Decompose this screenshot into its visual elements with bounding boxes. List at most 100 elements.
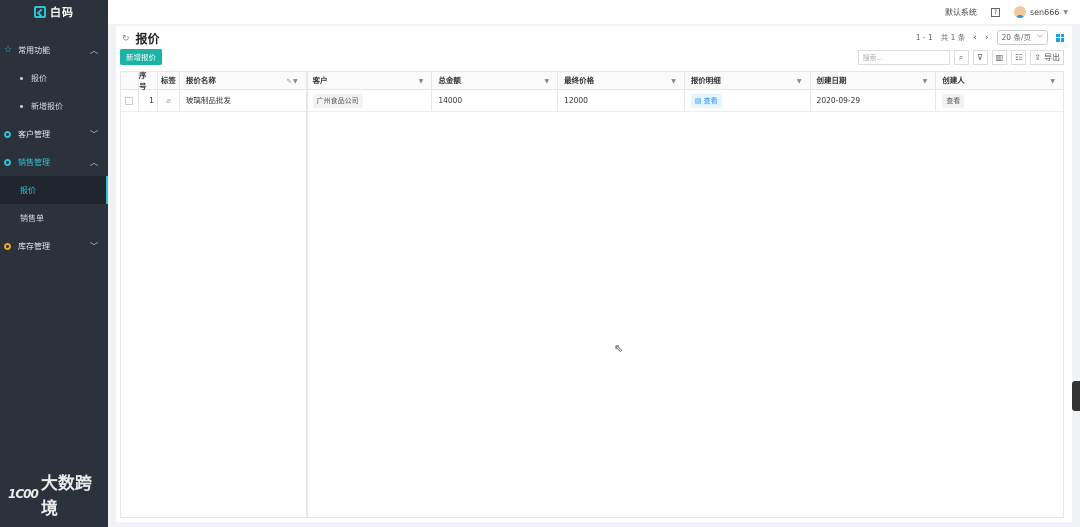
export-button[interactable]: ⇪ 导出 xyxy=(1030,50,1064,65)
header-tag: 标签 xyxy=(158,72,180,89)
filter-icon[interactable]: ⊽ xyxy=(972,50,988,65)
row-checkbox[interactable] xyxy=(125,96,134,105)
caret-down-icon[interactable]: ▼ xyxy=(293,78,298,85)
header-final-price[interactable]: 最终价格 ▼ xyxy=(558,72,685,89)
search-input[interactable]: 搜索... xyxy=(857,50,950,65)
next-page-icon[interactable]: › xyxy=(985,33,989,43)
menu-group-sales[interactable]: 销售管理 ︿ xyxy=(0,148,108,176)
chevron-down-icon: ﹀ xyxy=(90,130,98,139)
menu-item-label: 报价 xyxy=(20,185,36,195)
header-customer[interactable]: 客户 ▼ xyxy=(307,72,433,89)
header-date[interactable]: 创建日期 ▼ xyxy=(811,72,937,89)
watermark-text: 大数跨境 xyxy=(40,474,92,519)
row-select-cell xyxy=(121,90,139,111)
circle-icon xyxy=(4,242,11,250)
star-icon: ☆ xyxy=(4,45,13,55)
title-row: ↻ 报价 xyxy=(122,30,160,47)
page-size-select[interactable]: 20 条/页 ﹀ xyxy=(996,30,1048,45)
view-detail-link[interactable]: ▤ 查看 xyxy=(690,93,722,108)
menu-item-sales-order[interactable]: 销售单 xyxy=(0,204,108,232)
caret-down-icon[interactable]: ▼ xyxy=(419,78,424,85)
menu-group-common[interactable]: ☆ 常用功能 ︿ xyxy=(0,36,108,64)
logo-icon xyxy=(34,6,46,18)
document-icon: ▤ xyxy=(694,96,704,105)
customer-chip[interactable]: 广州食品公司 xyxy=(312,93,363,108)
menu-group-label: 库存管理 xyxy=(18,241,50,251)
pager-range: 1 - 1 xyxy=(915,33,933,42)
pin-icon[interactable]: ✎ xyxy=(287,78,292,85)
chart-icon[interactable]: ▥ xyxy=(991,50,1008,65)
menu-group-label: 客户管理 xyxy=(18,129,50,139)
caret-down-icon: ▼ xyxy=(1063,8,1068,16)
quote-table: 序号 标签 报价名称 ✎ ▼ 客户 ▼ 总金额 ▼ 最终价格 ▼ 报价明细 ▼ xyxy=(120,71,1064,518)
search-icon[interactable]: ⌕ xyxy=(953,50,969,65)
row-name[interactable]: 玻璃制品批发 xyxy=(180,90,307,111)
header-final-label: 最终价格 xyxy=(564,76,595,85)
help-icon[interactable]: ? xyxy=(990,7,1000,17)
menu-group-inventory[interactable]: 库存管理 ﹀ xyxy=(0,232,108,260)
sidebar: 白码 ☆ 常用功能 ︿ 报价 新增报价 客户管理 ﹀ 销售管理 ︿ 报价 销售单… xyxy=(0,0,108,527)
paperclip-icon[interactable]: ⌀ xyxy=(166,96,171,105)
chevron-up-icon: ︿ xyxy=(90,46,98,55)
circle-icon xyxy=(4,158,11,166)
bullet-icon xyxy=(20,76,23,80)
side-drawer-handle[interactable] xyxy=(1072,381,1080,411)
system-switcher[interactable]: 默认系统 xyxy=(945,7,977,18)
layout-grid-icon[interactable] xyxy=(1056,33,1064,42)
prev-page-icon[interactable]: ‹ xyxy=(973,33,977,43)
refresh-icon[interactable]: ↻ xyxy=(122,34,130,44)
pager-total: 共 1 条 xyxy=(940,33,966,42)
row-total: 14000 xyxy=(432,90,559,111)
watermark: 1C00 大数跨境 xyxy=(8,469,108,519)
add-quote-button[interactable]: 新增报价 xyxy=(120,49,162,65)
header-creator-label: 创建人 xyxy=(942,76,965,85)
username: sen666 xyxy=(1029,7,1060,17)
header-no: 序号 xyxy=(139,71,158,91)
settings-table-icon[interactable]: ☷ xyxy=(1011,50,1027,65)
menu-group-label: 常用功能 xyxy=(18,45,51,55)
menu-item-add-quote[interactable]: 新增报价 xyxy=(0,92,108,120)
table-row[interactable]: 1 ⌀ 玻璃制品批发 广州食品公司 14000 12000 ▤ 查看 2020-… xyxy=(121,90,1063,112)
upload-icon: ⇪ xyxy=(1034,53,1041,62)
menu-item-sales-quote[interactable]: 报价 xyxy=(0,176,108,204)
mouse-cursor-icon: ⇖ xyxy=(614,342,624,355)
app-logo[interactable]: 白码 xyxy=(0,0,108,24)
menu-group-label: 销售管理 xyxy=(18,157,50,167)
row-creator-cell: 查看 xyxy=(936,90,1063,111)
header-detail-label: 报价明细 xyxy=(690,76,721,85)
creator-chip[interactable]: 查看 xyxy=(942,93,965,108)
caret-down-icon[interactable]: ▼ xyxy=(671,78,676,85)
caret-down-icon[interactable]: ▼ xyxy=(797,78,802,85)
row-no: 1 xyxy=(139,90,158,111)
export-label: 导出 xyxy=(1044,53,1060,62)
logo-text: 白码 xyxy=(50,6,74,19)
avatar xyxy=(1013,6,1026,18)
row-final-price: 12000 xyxy=(558,90,685,111)
page-size-value: 20 条/页 xyxy=(1001,33,1031,42)
circle-icon xyxy=(4,130,11,138)
header-date-label: 创建日期 xyxy=(816,76,847,85)
page-title: 报价 xyxy=(135,32,160,46)
chevron-down-icon: ﹀ xyxy=(90,242,98,251)
row-date: 2020-09-29 xyxy=(811,90,937,111)
caret-down-icon[interactable]: ▼ xyxy=(923,78,928,85)
chevron-up-icon: ︿ xyxy=(90,158,98,167)
header-total[interactable]: 总金额 ▼ xyxy=(432,72,559,89)
header-detail[interactable]: 报价明细 ▼ xyxy=(685,72,811,89)
caret-down-icon[interactable]: ▼ xyxy=(544,78,549,85)
caret-down-icon[interactable]: ▼ xyxy=(1050,78,1055,85)
menu-item-quote[interactable]: 报价 xyxy=(0,64,108,92)
row-detail-cell: ▤ 查看 xyxy=(685,90,811,111)
content-panel: ↻ 报价 1 - 1 共 1 条 ‹ › 20 条/页 ﹀ 新增报价 搜索...… xyxy=(116,26,1072,522)
menu-group-customer[interactable]: 客户管理 ﹀ xyxy=(0,120,108,148)
user-menu[interactable]: sen666 ▼ xyxy=(1013,6,1068,18)
header-name[interactable]: 报价名称 ✎ ▼ xyxy=(180,72,307,89)
pagination: 1 - 1 共 1 条 ‹ › 20 条/页 ﹀ xyxy=(916,30,1064,45)
bullet-icon xyxy=(20,104,23,108)
menu-item-label: 报价 xyxy=(31,73,47,83)
view-detail-label: 查看 xyxy=(703,96,718,105)
chevron-down-icon: ﹀ xyxy=(1036,35,1043,42)
header-creator[interactable]: 创建人 ▼ xyxy=(936,72,1063,89)
header-customer-label: 客户 xyxy=(312,76,328,85)
top-bar: 默认系统 ? sen666 ▼ xyxy=(108,0,1080,24)
